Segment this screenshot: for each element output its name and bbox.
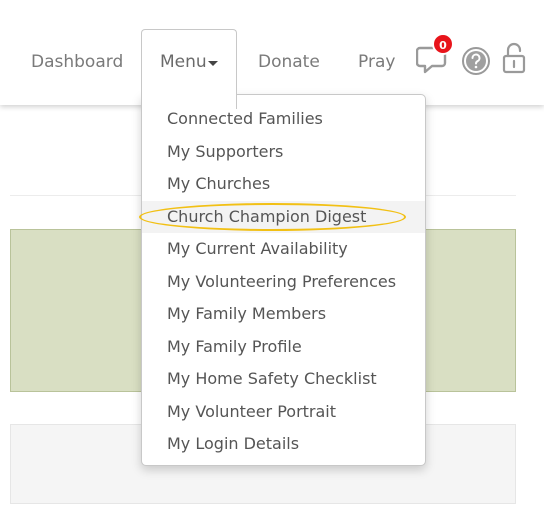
help-icon[interactable] xyxy=(461,46,491,76)
menu-item-my-volunteer-portrait[interactable]: My Volunteer Portrait xyxy=(142,396,425,429)
menu-label: Menu xyxy=(160,52,207,72)
menu-item-my-family-profile[interactable]: My Family Profile xyxy=(142,331,425,364)
caret-down-icon xyxy=(208,61,218,66)
menu-item-label: Church Champion Digest xyxy=(167,206,367,226)
menu-item-my-volunteering-preferences[interactable]: My Volunteering Preferences xyxy=(142,266,425,299)
menu-dropdown-toggle[interactable]: Menu xyxy=(141,29,237,109)
menu-item-my-supporters[interactable]: My Supporters xyxy=(142,136,425,169)
top-navbar: Dashboard Donate Pray 0 xyxy=(0,0,544,105)
menu-item-my-churches[interactable]: My Churches xyxy=(142,168,425,201)
menu-item-my-family-members[interactable]: My Family Members xyxy=(142,298,425,331)
menu-item-my-current-availability[interactable]: My Current Availability xyxy=(142,233,425,266)
unlock-icon[interactable] xyxy=(500,41,528,75)
notification-badge: 0 xyxy=(432,33,454,55)
nav-donate[interactable]: Donate xyxy=(258,50,320,74)
menu-item-church-champion-digest[interactable]: Church Champion Digest xyxy=(139,200,425,233)
menu-item-my-home-safety-checklist[interactable]: My Home Safety Checklist xyxy=(142,363,425,396)
menu-item-my-login-details[interactable]: My Login Details xyxy=(142,428,425,461)
menu-dropdown: Connected Families My Supporters My Chur… xyxy=(139,94,426,466)
nav-pray[interactable]: Pray xyxy=(358,50,395,74)
nav-dashboard[interactable]: Dashboard xyxy=(31,50,123,74)
